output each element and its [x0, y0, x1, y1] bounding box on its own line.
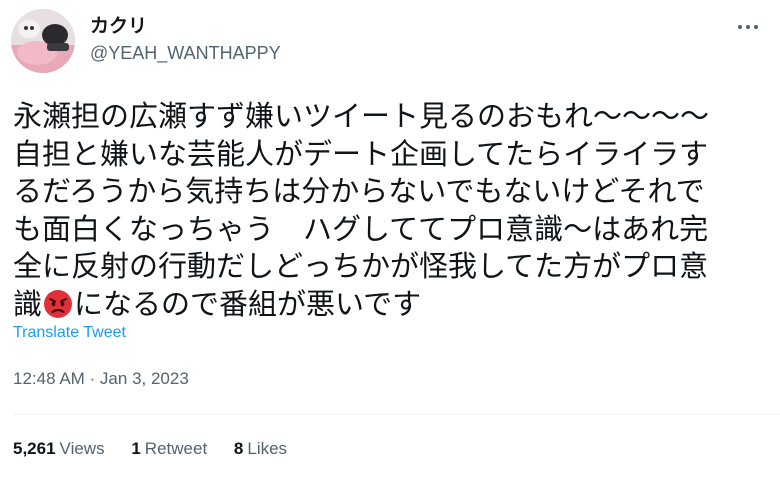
- tweet-text-line: 自担と嫌いな芸能人がデート企画してたらイライラす: [13, 136, 709, 171]
- tweet-text-line-last: 識になるので番組が悪いです: [13, 286, 773, 324]
- views-stat[interactable]: 5,261 Views: [13, 438, 105, 460]
- tweet-text-line: も面白くなっちゃう ハグしててプロ意識〜はあれ完: [13, 211, 709, 246]
- angry-face-icon: [44, 289, 73, 318]
- avatar[interactable]: [11, 9, 75, 73]
- likes-count: 8: [233, 439, 244, 458]
- likes-stat[interactable]: 8 Likes: [234, 438, 287, 460]
- likes-label: Likes: [247, 439, 288, 458]
- more-options-icon[interactable]: [736, 18, 760, 36]
- tweet-text-fragment: 識: [13, 286, 43, 321]
- translate-tweet-link[interactable]: Translate Tweet: [13, 322, 126, 344]
- display-name[interactable]: カクリ: [90, 14, 147, 38]
- divider: [13, 414, 780, 415]
- tweet-timestamp[interactable]: 12:48 AM · Jan 3, 2023: [13, 368, 189, 390]
- engagement-stats: 5,261 Views 1 Retweet 8 Likes: [13, 438, 309, 460]
- tweet-text-line: 永瀬担の広瀬すず嫌いツイート見るのおもれ〜〜〜〜: [13, 99, 710, 133]
- retweets-count: 1: [131, 439, 141, 458]
- retweets-stat[interactable]: 1 Retweet: [131, 438, 207, 460]
- tweet-text-line: 全に反射の行動だしどっちかが怪我してた方がプロ意: [13, 249, 709, 283]
- views-label: Views: [59, 439, 105, 458]
- views-count: 5,261: [13, 439, 56, 458]
- retweets-label: Retweet: [144, 439, 208, 458]
- tweet-card: カクリ @YEAH_WANTHAPPY 永瀬担の広瀬すず嫌いツイート見るのおもれ…: [0, 0, 780, 478]
- avatar-image: [11, 9, 75, 73]
- user-handle[interactable]: @YEAH_WANTHAPPY: [90, 41, 281, 65]
- tweet-text-line: るだろうから気持ちは分からないでもないけどそれで: [13, 174, 705, 208]
- tweet-text: 永瀬担の広瀬すず嫌いツイート見るのおもれ〜〜〜〜 自担と嫌いな芸能人がデート企画…: [13, 98, 773, 323]
- tweet-text-fragment: になるので番組が悪いです: [74, 286, 422, 321]
